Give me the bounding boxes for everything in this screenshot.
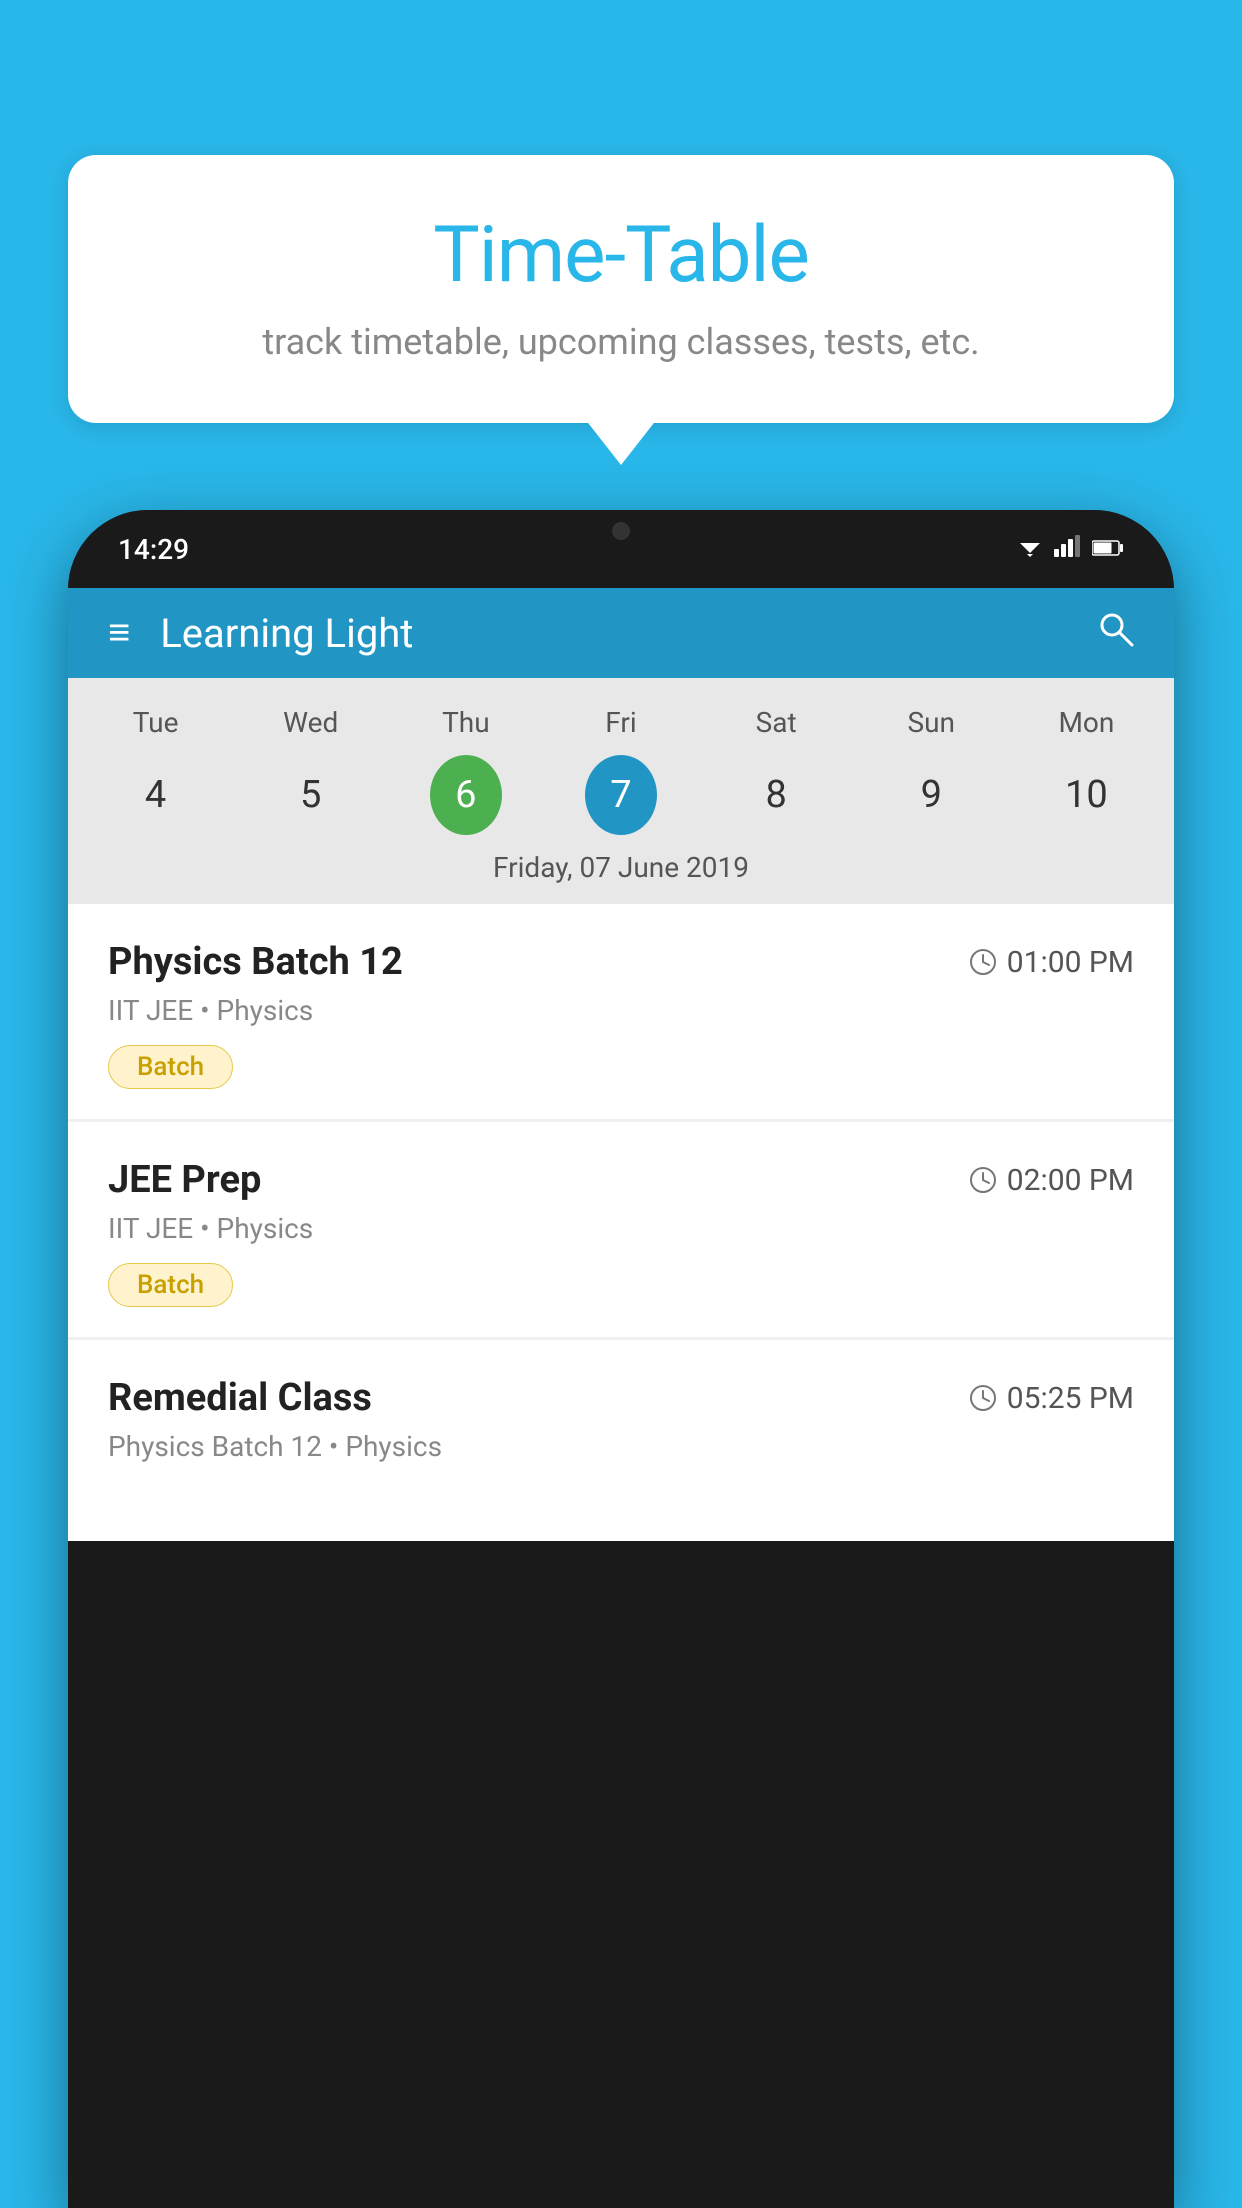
- wifi-icon: [1016, 534, 1044, 564]
- camera: [612, 522, 630, 540]
- day-sat: Sat: [699, 698, 854, 747]
- schedule-item-2-subtitle: IIT JEE • Physics: [108, 1212, 1134, 1245]
- schedule-item-3[interactable]: Remedial Class 05:25 PM Physics Batch 12…: [68, 1340, 1174, 1541]
- schedule-item-3-header: Remedial Class 05:25 PM: [108, 1376, 1134, 1420]
- schedule-item-3-title: Remedial Class: [108, 1376, 372, 1420]
- date-8[interactable]: 8: [740, 755, 812, 835]
- day-sun: Sun: [854, 698, 1009, 747]
- search-icon[interactable]: [1096, 609, 1134, 657]
- app-header: ≡ Learning Light: [68, 588, 1174, 678]
- bubble-title: Time-Table: [128, 210, 1114, 301]
- schedule-item-1-subtitle: IIT JEE • Physics: [108, 994, 1134, 1027]
- phone-device: 14:29: [68, 510, 1174, 2208]
- schedule-item-2-time: 02:00 PM: [969, 1163, 1134, 1198]
- date-5[interactable]: 5: [275, 755, 347, 835]
- status-icons: [1016, 534, 1124, 564]
- status-bar: 14:29: [68, 510, 1174, 588]
- schedule-item-2[interactable]: JEE Prep 02:00 PM IIT JEE • Physics Batc…: [68, 1122, 1174, 1337]
- schedule-item-2-header: JEE Prep 02:00 PM: [108, 1158, 1134, 1202]
- bubble-subtitle: track timetable, upcoming classes, tests…: [128, 321, 1114, 363]
- calendar-strip: Tue Wed Thu Fri Sat Sun Mon 4 5 6 7 8 9 …: [68, 678, 1174, 904]
- day-tue: Tue: [78, 698, 233, 747]
- day-fri: Fri: [543, 698, 698, 747]
- schedule-item-2-title: JEE Prep: [108, 1158, 261, 1202]
- schedule-item-1-time: 01:00 PM: [969, 945, 1134, 980]
- day-mon: Mon: [1009, 698, 1164, 747]
- schedule-item-1-header: Physics Batch 12 01:00 PM: [108, 940, 1134, 984]
- schedule-item-1-title: Physics Batch 12: [108, 940, 403, 984]
- status-time: 14:29: [118, 533, 189, 566]
- signal-icon: [1054, 535, 1082, 563]
- date-4[interactable]: 4: [120, 755, 192, 835]
- date-6-today[interactable]: 6: [430, 755, 502, 835]
- schedule-item-3-subtitle: Physics Batch 12 • Physics: [108, 1430, 1134, 1463]
- schedule-item-1-tag: Batch: [108, 1045, 233, 1089]
- phone-notch: [561, 510, 681, 552]
- date-9[interactable]: 9: [895, 755, 967, 835]
- day-thu: Thu: [388, 698, 543, 747]
- day-headers: Tue Wed Thu Fri Sat Sun Mon: [68, 698, 1174, 747]
- menu-icon[interactable]: ≡: [108, 611, 130, 655]
- date-7-selected[interactable]: 7: [585, 755, 657, 835]
- battery-icon: [1092, 535, 1124, 563]
- speech-bubble: Time-Table track timetable, upcoming cla…: [68, 155, 1174, 423]
- schedule-item-1[interactable]: Physics Batch 12 01:00 PM IIT JEE • Phys…: [68, 904, 1174, 1119]
- day-wed: Wed: [233, 698, 388, 747]
- app-title: Learning Light: [160, 610, 1066, 657]
- selected-date-label: Friday, 07 June 2019: [68, 835, 1174, 904]
- schedule-list: Physics Batch 12 01:00 PM IIT JEE • Phys…: [68, 904, 1174, 1541]
- schedule-item-3-time: 05:25 PM: [969, 1381, 1134, 1416]
- date-10[interactable]: 10: [1050, 755, 1122, 835]
- schedule-item-2-tag: Batch: [108, 1263, 233, 1307]
- day-numbers: 4 5 6 7 8 9 10: [68, 755, 1174, 835]
